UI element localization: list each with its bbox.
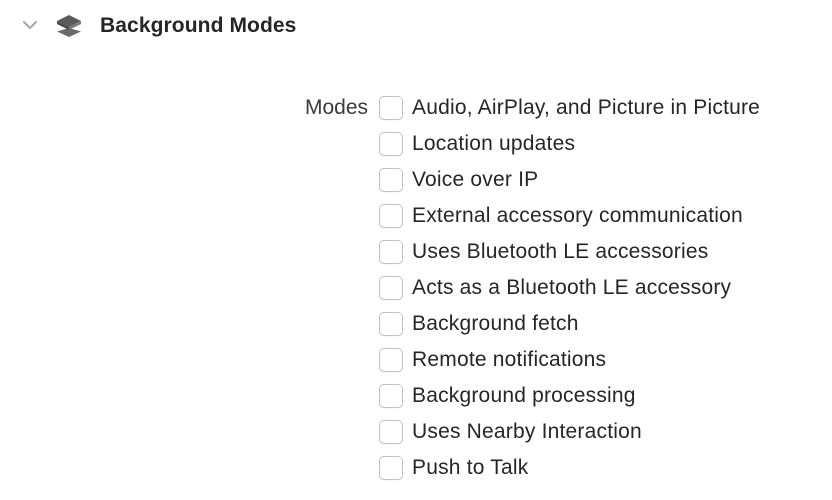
mode-checkbox[interactable] [379, 276, 403, 300]
modes-label: Modes [304, 96, 368, 119]
mode-option-label[interactable]: Audio, AirPlay, and Picture in Picture [412, 94, 760, 122]
mode-option-row[interactable]: Acts as a Bluetooth LE accessory [379, 270, 760, 306]
mode-checkbox[interactable] [379, 240, 403, 264]
section-title: Background Modes [100, 14, 297, 37]
mode-option-row[interactable]: Push to Talk [379, 450, 760, 486]
modes-checkbox-list: Audio, AirPlay, and Picture in Picture Lo… [379, 90, 760, 486]
mode-checkbox[interactable] [379, 204, 403, 228]
mode-option-label[interactable]: External accessory communication [412, 202, 743, 230]
mode-option-row[interactable]: Background fetch [379, 306, 760, 342]
mode-option-label[interactable]: Acts as a Bluetooth LE accessory [412, 274, 731, 302]
mode-option-row[interactable]: Location updates [379, 126, 760, 162]
mode-option-row[interactable]: Background processing [379, 378, 760, 414]
mode-option-label[interactable]: Push to Talk [412, 454, 528, 482]
mode-checkbox[interactable] [379, 96, 403, 120]
mode-option-row[interactable]: Uses Bluetooth LE accessories [379, 234, 760, 270]
mode-option-row[interactable]: Uses Nearby Interaction [379, 414, 760, 450]
mode-option-row[interactable]: Remote notifications [379, 342, 760, 378]
mode-option-label[interactable]: Location updates [412, 130, 575, 158]
mode-option-row[interactable]: External accessory communication [379, 198, 760, 234]
mode-checkbox[interactable] [379, 420, 403, 444]
mode-option-label[interactable]: Background processing [412, 382, 636, 410]
mode-checkbox[interactable] [379, 348, 403, 372]
mode-option-row[interactable]: Voice over IP [379, 162, 760, 198]
mode-option-label[interactable]: Uses Nearby Interaction [412, 418, 642, 446]
mode-option-label[interactable]: Remote notifications [412, 346, 606, 374]
mode-checkbox[interactable] [379, 384, 403, 408]
mode-option-label[interactable]: Uses Bluetooth LE accessories [412, 238, 708, 266]
mode-option-label[interactable]: Background fetch [412, 310, 579, 338]
section-header: Background Modes [0, 0, 832, 52]
mode-option-row[interactable]: Audio, AirPlay, and Picture in Picture [379, 90, 760, 126]
mode-checkbox[interactable] [379, 168, 403, 192]
mode-option-label[interactable]: Voice over IP [412, 166, 538, 194]
mode-checkbox[interactable] [379, 132, 403, 156]
capability-layers-icon [55, 11, 83, 41]
mode-checkbox[interactable] [379, 312, 403, 336]
mode-checkbox[interactable] [379, 456, 403, 480]
chevron-down-icon[interactable] [20, 15, 40, 35]
